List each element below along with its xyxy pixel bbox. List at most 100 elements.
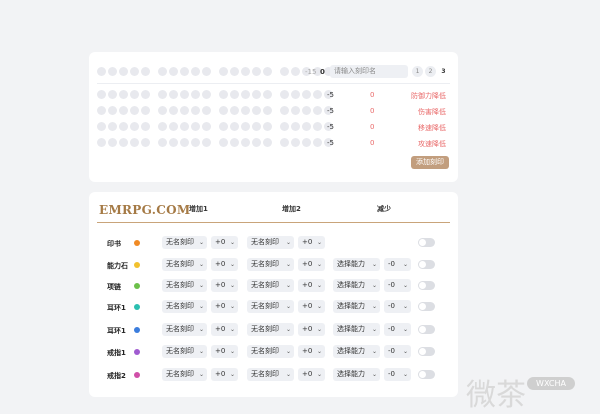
- engrave2-value-select[interactable]: +0 ⌄: [298, 236, 325, 249]
- row-value: -5: [327, 107, 334, 115]
- page-2[interactable]: 2: [425, 66, 436, 77]
- engrave1-select[interactable]: 无名刻印 ⌄: [162, 300, 207, 313]
- chevron-down-icon: ⌄: [402, 282, 408, 289]
- engrave1-value-select[interactable]: +0 ⌄: [211, 323, 238, 336]
- chevron-down-icon: ⌄: [229, 348, 235, 355]
- slot-toggle[interactable]: [418, 347, 435, 356]
- engrave1-select[interactable]: 无名刻印 ⌄: [162, 236, 207, 249]
- chevron-down-icon: ⌄: [371, 261, 377, 268]
- engrave2-select[interactable]: 无名刻印 ⌄: [247, 368, 294, 381]
- engrave2-value-select[interactable]: +0 ⌄: [298, 300, 325, 313]
- row-effect: 移速降低: [418, 124, 446, 132]
- chevron-down-icon: ⌄: [402, 371, 408, 378]
- slot-label: 戒指2: [107, 372, 126, 380]
- chevron-down-icon: ⌄: [316, 348, 322, 355]
- reduce-value-select[interactable]: -0 ⌄: [384, 323, 411, 336]
- slot-label: 项链: [107, 283, 121, 291]
- chevron-down-icon: ⌄: [316, 239, 322, 246]
- ability-select[interactable]: 选择能力 ⌄: [333, 279, 380, 292]
- chevron-down-icon: ⌄: [371, 371, 377, 378]
- ability-select[interactable]: 选择能力 ⌄: [333, 323, 380, 336]
- engrave1-value-select[interactable]: +0 ⌄: [211, 279, 238, 292]
- engrave1-value-select[interactable]: +0 ⌄: [211, 258, 238, 271]
- slot-toggle[interactable]: [418, 281, 435, 290]
- chevron-down-icon: ⌄: [402, 348, 408, 355]
- engraving-circle-row: [97, 122, 341, 131]
- watermark-text: 微茶: [466, 378, 526, 413]
- chevron-down-icon: ⌄: [371, 348, 377, 355]
- header-reduce: 减少: [377, 205, 391, 213]
- slot-toggle[interactable]: [418, 370, 435, 379]
- engraving-search-input[interactable]: 请输入刻印名: [330, 65, 408, 78]
- engrave2-value-select[interactable]: +0 ⌄: [298, 345, 325, 358]
- chevron-down-icon: ⌄: [198, 371, 204, 378]
- slot-toggle[interactable]: [418, 238, 435, 247]
- engrave2-select[interactable]: 无名刻印 ⌄: [247, 258, 294, 271]
- engrave2-value-select[interactable]: +0 ⌄: [298, 368, 325, 381]
- engrave1-select[interactable]: 无名刻印 ⌄: [162, 258, 207, 271]
- chevron-down-icon: ⌄: [229, 261, 235, 268]
- chevron-down-icon: ⌄: [371, 326, 377, 333]
- engrave2-select[interactable]: 无名刻印 ⌄: [247, 300, 294, 313]
- total-zero: 0: [320, 68, 325, 76]
- engrave2-select[interactable]: 无名刻印 ⌄: [247, 323, 294, 336]
- chevron-down-icon: ⌄: [229, 239, 235, 246]
- reduce-value-select[interactable]: -0 ⌄: [384, 279, 411, 292]
- ability-select[interactable]: 选择能力 ⌄: [333, 300, 380, 313]
- page-1[interactable]: 1: [412, 66, 423, 77]
- site-logo: EMRPG.COM: [99, 203, 191, 217]
- engrave1-value-select[interactable]: +0 ⌄: [211, 236, 238, 249]
- reduce-value-select[interactable]: -0 ⌄: [384, 345, 411, 358]
- slot-color-dot: [134, 262, 140, 268]
- slot-color-dot: [134, 240, 140, 246]
- engraving-circle-row: [97, 90, 341, 99]
- row-zero: 0: [370, 139, 375, 147]
- chevron-down-icon: ⌄: [229, 282, 235, 289]
- engrave1-value-select[interactable]: +0 ⌄: [211, 300, 238, 313]
- add-engraving-button[interactable]: 添加刻印: [411, 156, 449, 169]
- divider: [97, 83, 450, 84]
- engrave2-value-select[interactable]: +0 ⌄: [298, 279, 325, 292]
- engrave2-select[interactable]: 无名刻印 ⌄: [247, 279, 294, 292]
- slot-label: 耳环1: [107, 304, 126, 312]
- reduce-value-select[interactable]: -0 ⌄: [384, 368, 411, 381]
- reduce-value-select[interactable]: -0 ⌄: [384, 300, 411, 313]
- page-3[interactable]: 3: [438, 66, 449, 77]
- reduce-value-select[interactable]: -0 ⌄: [384, 258, 411, 271]
- header-divider: [97, 222, 450, 223]
- row-value: -5: [327, 139, 334, 147]
- row-effect: 防御力降低: [411, 92, 446, 100]
- engrave2-value-select[interactable]: +0 ⌄: [298, 323, 325, 336]
- engrave1-select[interactable]: 无名刻印 ⌄: [162, 279, 207, 292]
- ability-select[interactable]: 选择能力 ⌄: [333, 368, 380, 381]
- engrave1-select[interactable]: 无名刻印 ⌄: [162, 368, 207, 381]
- ability-select[interactable]: 选择能力 ⌄: [333, 258, 380, 271]
- engrave2-select[interactable]: 无名刻印 ⌄: [247, 345, 294, 358]
- engraving-circle-row: [97, 138, 341, 147]
- engrave1-select[interactable]: 无名刻印 ⌄: [162, 345, 207, 358]
- chevron-down-icon: ⌄: [229, 326, 235, 333]
- total-count: -15: [305, 68, 317, 76]
- chevron-down-icon: ⌄: [285, 326, 291, 333]
- engrave2-select[interactable]: 无名刻印 ⌄: [247, 236, 294, 249]
- slot-color-dot: [134, 372, 140, 378]
- slot-color-dot: [134, 283, 140, 289]
- slot-toggle[interactable]: [418, 302, 435, 311]
- chevron-down-icon: ⌄: [285, 261, 291, 268]
- chevron-down-icon: ⌄: [402, 303, 408, 310]
- chevron-down-icon: ⌄: [198, 326, 204, 333]
- engrave1-value-select[interactable]: +0 ⌄: [211, 345, 238, 358]
- slot-toggle[interactable]: [418, 325, 435, 334]
- row-zero: 0: [370, 107, 375, 115]
- engrave1-value-select[interactable]: +0 ⌄: [211, 368, 238, 381]
- engrave1-select[interactable]: 无名刻印 ⌄: [162, 323, 207, 336]
- equipment-engraving-panel: EMRPG.COM 增加1 增加2 减少 印书 无名刻印 ⌄ +0 ⌄ 无名刻印 ⌄ …: [89, 192, 458, 397]
- chevron-down-icon: ⌄: [371, 282, 377, 289]
- chevron-down-icon: ⌄: [198, 348, 204, 355]
- slot-toggle[interactable]: [418, 260, 435, 269]
- ability-select[interactable]: 选择能力 ⌄: [333, 345, 380, 358]
- engrave2-value-select[interactable]: +0 ⌄: [298, 258, 325, 271]
- chevron-down-icon: ⌄: [285, 239, 291, 246]
- slot-color-dot: [134, 304, 140, 310]
- chevron-down-icon: ⌄: [285, 348, 291, 355]
